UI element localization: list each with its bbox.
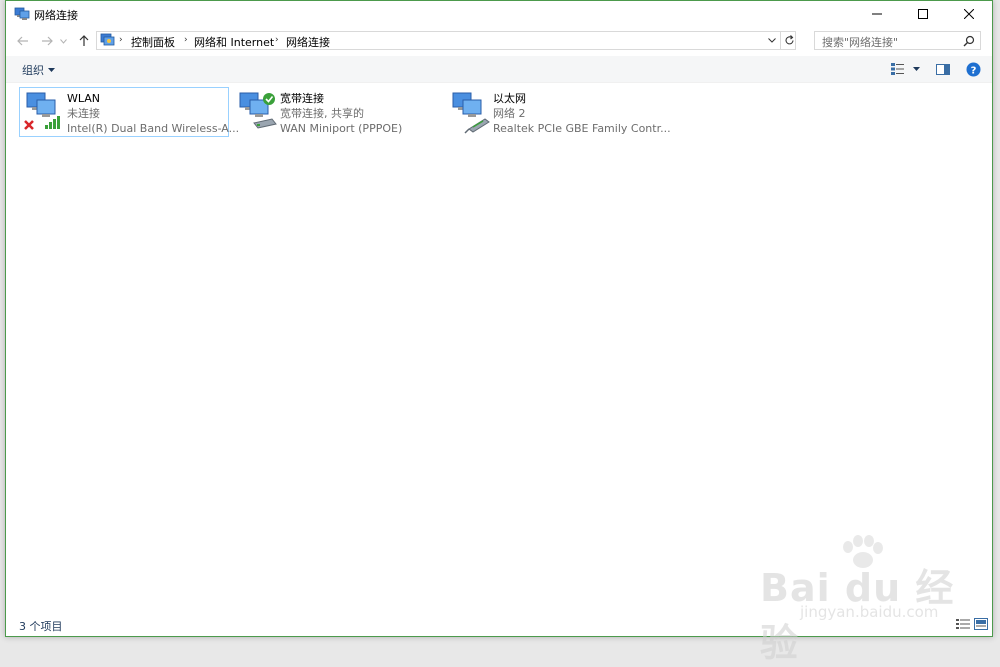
connection-device: Realtek PCIe GBE Family Contr...	[493, 122, 671, 135]
arrow-left-icon	[17, 36, 28, 46]
maximize-icon	[918, 9, 928, 19]
caret-down-icon	[48, 68, 55, 72]
command-bar: 组织 ?	[6, 56, 992, 83]
item-count: 3 个项目	[19, 620, 63, 633]
breadcrumb-separator: ›	[275, 35, 279, 45]
refresh-icon	[784, 35, 794, 45]
close-icon	[964, 9, 974, 19]
navigation-bar: › 控制面板 › 网络和 Internet › 网络连接 搜索"网络连接"	[6, 29, 992, 53]
view-dropdown-button[interactable]	[910, 60, 922, 78]
close-button[interactable]	[946, 1, 992, 27]
help-icon: ?	[966, 62, 980, 76]
forward-button[interactable]	[38, 33, 56, 49]
chevron-down-icon	[59, 38, 67, 44]
window-title: 网络连接	[34, 9, 78, 22]
connection-name: WLAN	[67, 92, 101, 105]
caret-down-icon	[912, 67, 920, 71]
search-box[interactable]: 搜索"网络连接"	[814, 31, 981, 50]
address-bar[interactable]: › 控制面板 › 网络和 Internet › 网络连接	[96, 31, 796, 50]
breadcrumb-network-internet[interactable]: 网络和 Internet	[194, 34, 274, 50]
organize-menu-button[interactable]: 组织	[22, 62, 55, 78]
connection-name: 以太网	[493, 92, 526, 105]
breadcrumb-separator: ›	[119, 35, 123, 45]
breadcrumb-network-connections[interactable]: 网络连接	[286, 34, 330, 50]
connection-item-broadband[interactable]: 宽带连接 宽带连接, 共享的 WAN Miniport (PPPOE)	[232, 87, 437, 137]
view-options-icon	[891, 63, 904, 75]
connection-item-ethernet[interactable]: 以太网 网络 2 Realtek PCIe GBE Family Contr..…	[445, 87, 671, 137]
up-button[interactable]	[75, 33, 93, 49]
chevron-down-icon	[768, 38, 776, 43]
connection-status: 宽带连接, 共享的	[280, 107, 364, 120]
address-history-button[interactable]	[765, 32, 779, 49]
connection-status: 网络 2	[493, 107, 526, 120]
back-button[interactable]	[14, 33, 32, 49]
title-bar[interactable]: 网络连接	[6, 1, 992, 27]
connection-name: 宽带连接	[280, 92, 324, 105]
minimize-icon	[872, 13, 882, 15]
breadcrumb-separator: ›	[184, 35, 188, 45]
connection-item-wlan[interactable]: WLAN 未连接 Intel(R) Dual Band Wireless-A..…	[19, 87, 239, 137]
ethernet-adapter-icon	[452, 92, 490, 134]
connection-device: WAN Miniport (PPPOE)	[280, 122, 403, 135]
arrow-up-icon	[79, 35, 89, 46]
organize-label: 组织	[22, 64, 44, 77]
recent-locations-button[interactable]	[58, 33, 68, 49]
change-view-button[interactable]	[890, 60, 906, 78]
refresh-button[interactable]	[780, 32, 797, 49]
watermark-url: jingyan.baidu.com	[800, 603, 939, 621]
breadcrumb-control-panel[interactable]: 控制面板	[131, 34, 175, 50]
minimize-button[interactable]	[854, 1, 900, 27]
connection-device: Intel(R) Dual Band Wireless-A...	[67, 122, 240, 135]
help-button[interactable]: ?	[964, 60, 982, 78]
preview-pane-icon	[936, 63, 950, 75]
large-icons-view-icon[interactable]	[974, 618, 988, 630]
preview-pane-button[interactable]	[935, 60, 951, 78]
maximize-button[interactable]	[900, 1, 946, 27]
network-connections-icon	[14, 7, 30, 20]
control-panel-icon	[100, 33, 115, 46]
arrow-right-icon	[42, 36, 53, 46]
broadband-connection-icon	[239, 92, 277, 129]
svg-text:?: ?	[970, 65, 976, 76]
search-input[interactable]: 搜索"网络连接"	[822, 34, 898, 50]
search-icon[interactable]	[962, 34, 976, 48]
connection-status: 未连接	[67, 107, 100, 120]
wireless-adapter-disconnected-icon	[24, 92, 60, 130]
baidu-jingyan-watermark: Bai du 经验 jingyan.baidu.com	[760, 535, 960, 665]
